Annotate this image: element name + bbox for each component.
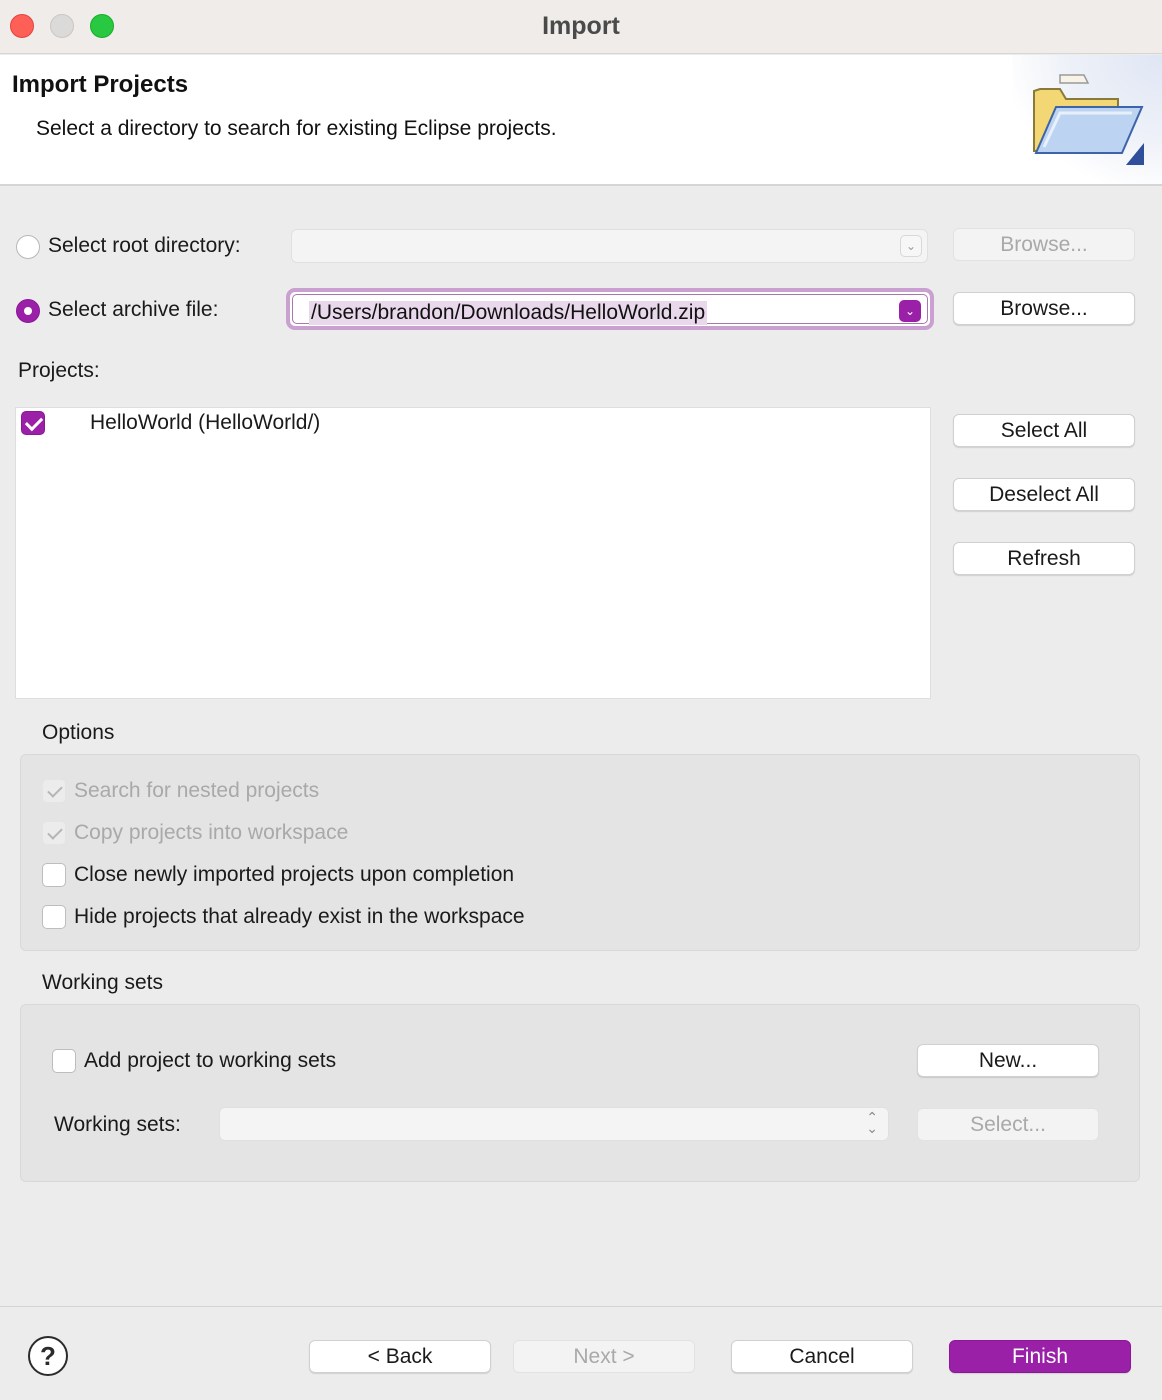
hide-existing-checkbox[interactable] bbox=[42, 905, 66, 929]
root-browse-button[interactable]: Browse... bbox=[953, 228, 1135, 261]
copy-projects-checkbox[interactable] bbox=[42, 821, 66, 845]
page-title: Import Projects bbox=[12, 71, 189, 98]
hide-existing-label: Hide projects that already exist in the … bbox=[74, 905, 525, 928]
working-sets-label: Working sets bbox=[42, 971, 163, 994]
root-directory-radio[interactable] bbox=[16, 235, 40, 259]
page-description: Select a directory to search for existin… bbox=[36, 117, 557, 140]
project-item-label: HelloWorld (HelloWorld/) bbox=[90, 411, 321, 434]
copy-projects-label: Copy projects into workspace bbox=[74, 821, 349, 844]
folder-icon bbox=[1033, 74, 1144, 165]
root-directory-label: Select root directory: bbox=[48, 234, 241, 257]
add-to-working-sets-label: Add project to working sets bbox=[84, 1049, 337, 1072]
deselect-all-button[interactable]: Deselect All bbox=[953, 478, 1135, 511]
up-down-chevron-icon: ⌃ ⌄ bbox=[866, 1109, 878, 1136]
archive-browse-button[interactable]: Browse... bbox=[953, 292, 1135, 325]
archive-file-combo[interactable]: /Users/brandon/Downloads/HelloWorld.zip … bbox=[286, 288, 934, 330]
footer-divider bbox=[0, 1306, 1162, 1307]
wizard-banner: Import Projects Select a directory to se… bbox=[0, 55, 1162, 186]
refresh-button[interactable]: Refresh bbox=[953, 542, 1135, 575]
help-icon[interactable]: ? bbox=[28, 1336, 68, 1376]
nested-projects-checkbox[interactable] bbox=[42, 779, 66, 803]
finish-button[interactable]: Finish bbox=[949, 1340, 1131, 1373]
close-projects-checkbox[interactable] bbox=[42, 863, 66, 887]
archive-file-label: Select archive file: bbox=[48, 298, 219, 321]
archive-file-field[interactable]: /Users/brandon/Downloads/HelloWorld.zip … bbox=[292, 294, 928, 325]
projects-label: Projects: bbox=[18, 359, 100, 382]
working-sets-field-label: Working sets: bbox=[54, 1113, 181, 1136]
new-working-set-button[interactable]: New... bbox=[917, 1044, 1099, 1077]
close-projects-label: Close newly imported projects upon compl… bbox=[74, 863, 515, 886]
projects-list[interactable]: HelloWorld (HelloWorld/) bbox=[15, 407, 931, 699]
back-button[interactable]: < Back bbox=[309, 1340, 491, 1373]
add-to-working-sets-checkbox[interactable] bbox=[52, 1049, 76, 1073]
select-working-set-button[interactable]: Select... bbox=[917, 1108, 1099, 1141]
archive-file-radio[interactable] bbox=[16, 299, 40, 323]
root-directory-combo[interactable]: ⌄ bbox=[291, 229, 928, 263]
archive-file-value: /Users/brandon/Downloads/HelloWorld.zip bbox=[309, 301, 708, 325]
working-sets-combo[interactable]: ⌃ ⌄ bbox=[219, 1107, 889, 1141]
cancel-button[interactable]: Cancel bbox=[731, 1340, 913, 1373]
next-button[interactable]: Next > bbox=[513, 1340, 695, 1373]
project-checkbox[interactable] bbox=[21, 411, 45, 435]
chevron-down-icon: ⌄ bbox=[900, 235, 922, 257]
nested-projects-label: Search for nested projects bbox=[74, 779, 320, 802]
working-sets-group bbox=[20, 1004, 1140, 1182]
select-all-button[interactable]: Select All bbox=[953, 414, 1135, 447]
chevron-down-icon[interactable]: ⌄ bbox=[899, 300, 921, 322]
options-label: Options bbox=[42, 721, 115, 744]
window-title: Import bbox=[542, 12, 620, 40]
